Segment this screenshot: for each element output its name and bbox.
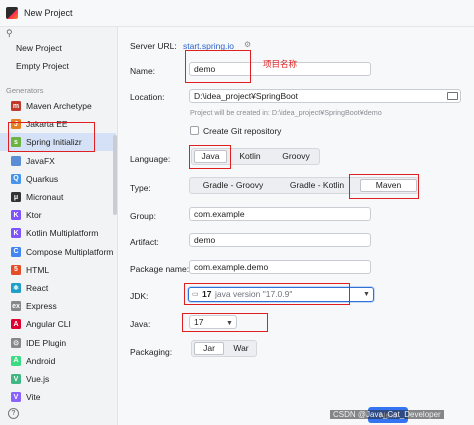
package-name-label: Package name: <box>130 264 190 274</box>
angular-icon: A <box>11 319 21 330</box>
language-option-kotlin[interactable]: Kotlin <box>230 150 270 163</box>
type-option-gradle-groovy[interactable]: Gradle - Groovy <box>192 179 274 192</box>
generator-label: Compose Multiplatform <box>26 246 114 257</box>
artifact-field[interactable]: demo <box>189 233 371 247</box>
generator-label: Vite <box>26 392 41 403</box>
vite-icon: V <box>11 392 21 403</box>
search-icon: ⚲ <box>6 28 13 38</box>
sidebar-item-vue-js[interactable]: V Vue.js <box>0 370 116 388</box>
git-label: Create Git repository <box>203 126 282 136</box>
generator-label: Kotlin Multiplatform <box>26 228 99 239</box>
chevron-down-icon: ▼ <box>363 291 370 298</box>
javafx-icon <box>11 155 21 166</box>
sidebar-item-ktor[interactable]: K Ktor <box>0 206 116 224</box>
java-label: Java: <box>130 319 151 329</box>
server-url-label: Server URL: <box>130 41 177 51</box>
help-icon[interactable]: ? <box>8 408 19 419</box>
sidebar-item-javafx[interactable]: JavaFX <box>0 152 116 170</box>
sidebar: ⚲ New Project Empty Project Generators m… <box>0 27 118 425</box>
location-hint: Project will be created in: D:\idea_proj… <box>190 108 382 117</box>
package-name-field[interactable]: com.example.demo <box>189 260 371 274</box>
name-annotation-text: 项目名称 <box>263 59 298 69</box>
watermark: CSDN @Java_Cat_Developer <box>330 410 444 419</box>
compose-icon: C <box>11 246 21 257</box>
gear-icon[interactable]: ⚙ <box>244 40 251 49</box>
type-annotation-box <box>349 174 419 199</box>
jdk-annotation-box <box>184 283 350 305</box>
generator-label: Quarkus <box>26 173 59 184</box>
name-label: Name: <box>130 66 156 76</box>
location-label: Location: <box>130 92 165 102</box>
sidebar-item-maven-archetype[interactable]: m Maven Archetype <box>0 97 116 115</box>
generator-label: Micronaut <box>26 192 64 202</box>
intellij-logo-icon <box>6 7 18 19</box>
sidebar-item-new-project[interactable]: New Project <box>16 43 62 53</box>
generator-label: Ktor <box>26 210 42 221</box>
react-icon: ⚛ <box>11 283 21 293</box>
sidebar-item-vite[interactable]: V Vite <box>0 388 116 406</box>
generator-label: Android <box>26 355 56 366</box>
spring-annotation-box <box>8 122 95 153</box>
type-option-gradle-kotlin[interactable]: Gradle - Kotlin <box>278 179 356 192</box>
jdk-label: JDK: <box>130 291 149 301</box>
html-icon: 5 <box>11 264 21 275</box>
generator-label: IDE Plugin <box>26 337 67 348</box>
language-label: Language: <box>130 154 171 164</box>
generator-label: Express <box>26 301 57 312</box>
generators-section-label: Generators <box>6 86 44 95</box>
maven-icon: m <box>11 101 21 111</box>
sidebar-item-empty-project[interactable]: Empty Project <box>16 61 69 71</box>
sidebar-item-quarkus[interactable]: Q Quarkus <box>0 170 116 188</box>
packaging-option-war[interactable]: War <box>227 342 255 355</box>
kotlin-icon: K <box>11 228 21 239</box>
sidebar-scrollbar[interactable] <box>113 135 117 215</box>
generator-label: React <box>26 283 49 293</box>
sidebar-item-html[interactable]: 5 HTML <box>0 261 116 279</box>
generator-label: Angular CLI <box>26 319 71 330</box>
java-annotation-box <box>182 313 268 332</box>
name-annotation-box <box>185 50 251 83</box>
group-field[interactable]: com.example <box>189 207 371 221</box>
android-icon: A <box>11 355 21 366</box>
generator-label: HTML <box>26 264 50 275</box>
vue-icon: V <box>11 374 21 384</box>
sidebar-item-ide-plugin[interactable]: ⊙ IDE Plugin <box>0 334 116 352</box>
generator-label: Maven Archetype <box>26 101 92 111</box>
packaging-selector: Jar War <box>191 340 257 357</box>
sidebar-item-micronaut[interactable]: μ Micronaut <box>0 188 116 206</box>
sidebar-item-android[interactable]: A Android <box>0 352 116 370</box>
sidebar-item-compose-multiplatform[interactable]: C Compose Multiplatform <box>0 243 116 261</box>
group-label: Group: <box>130 211 156 221</box>
generator-label: JavaFX <box>26 155 55 166</box>
location-field[interactable]: D:\idea_project¥SpringBoot <box>189 89 461 103</box>
folder-icon[interactable] <box>447 92 458 100</box>
ide-plugin-icon: ⊙ <box>11 337 21 348</box>
packaging-label: Packaging: <box>130 347 173 357</box>
title-bar: New Project <box>0 0 474 27</box>
git-checkbox[interactable] <box>190 126 199 135</box>
micronaut-icon: μ <box>11 192 21 202</box>
ktor-icon: K <box>11 210 21 221</box>
type-label: Type: <box>130 183 151 193</box>
language-option-groovy[interactable]: Groovy <box>274 150 318 163</box>
packaging-option-jar[interactable]: Jar <box>194 342 224 355</box>
sidebar-item-react[interactable]: ⚛ React <box>0 279 116 297</box>
artifact-label: Artifact: <box>130 237 159 247</box>
sidebar-item-kotlin-multiplatform[interactable]: K Kotlin Multiplatform <box>0 224 116 242</box>
quarkus-icon: Q <box>11 173 21 184</box>
sidebar-item-angular-cli[interactable]: A Angular CLI <box>0 315 116 333</box>
sidebar-item-express[interactable]: ex Express <box>0 297 116 315</box>
project-form: Server URL: start.spring.io ⚙ Name: demo… <box>118 27 474 425</box>
window-title: New Project <box>24 8 73 18</box>
express-icon: ex <box>11 301 21 312</box>
sidebar-search[interactable]: ⚲ <box>5 28 115 41</box>
generator-label: Vue.js <box>26 374 50 384</box>
language-annotation-box <box>189 145 231 169</box>
